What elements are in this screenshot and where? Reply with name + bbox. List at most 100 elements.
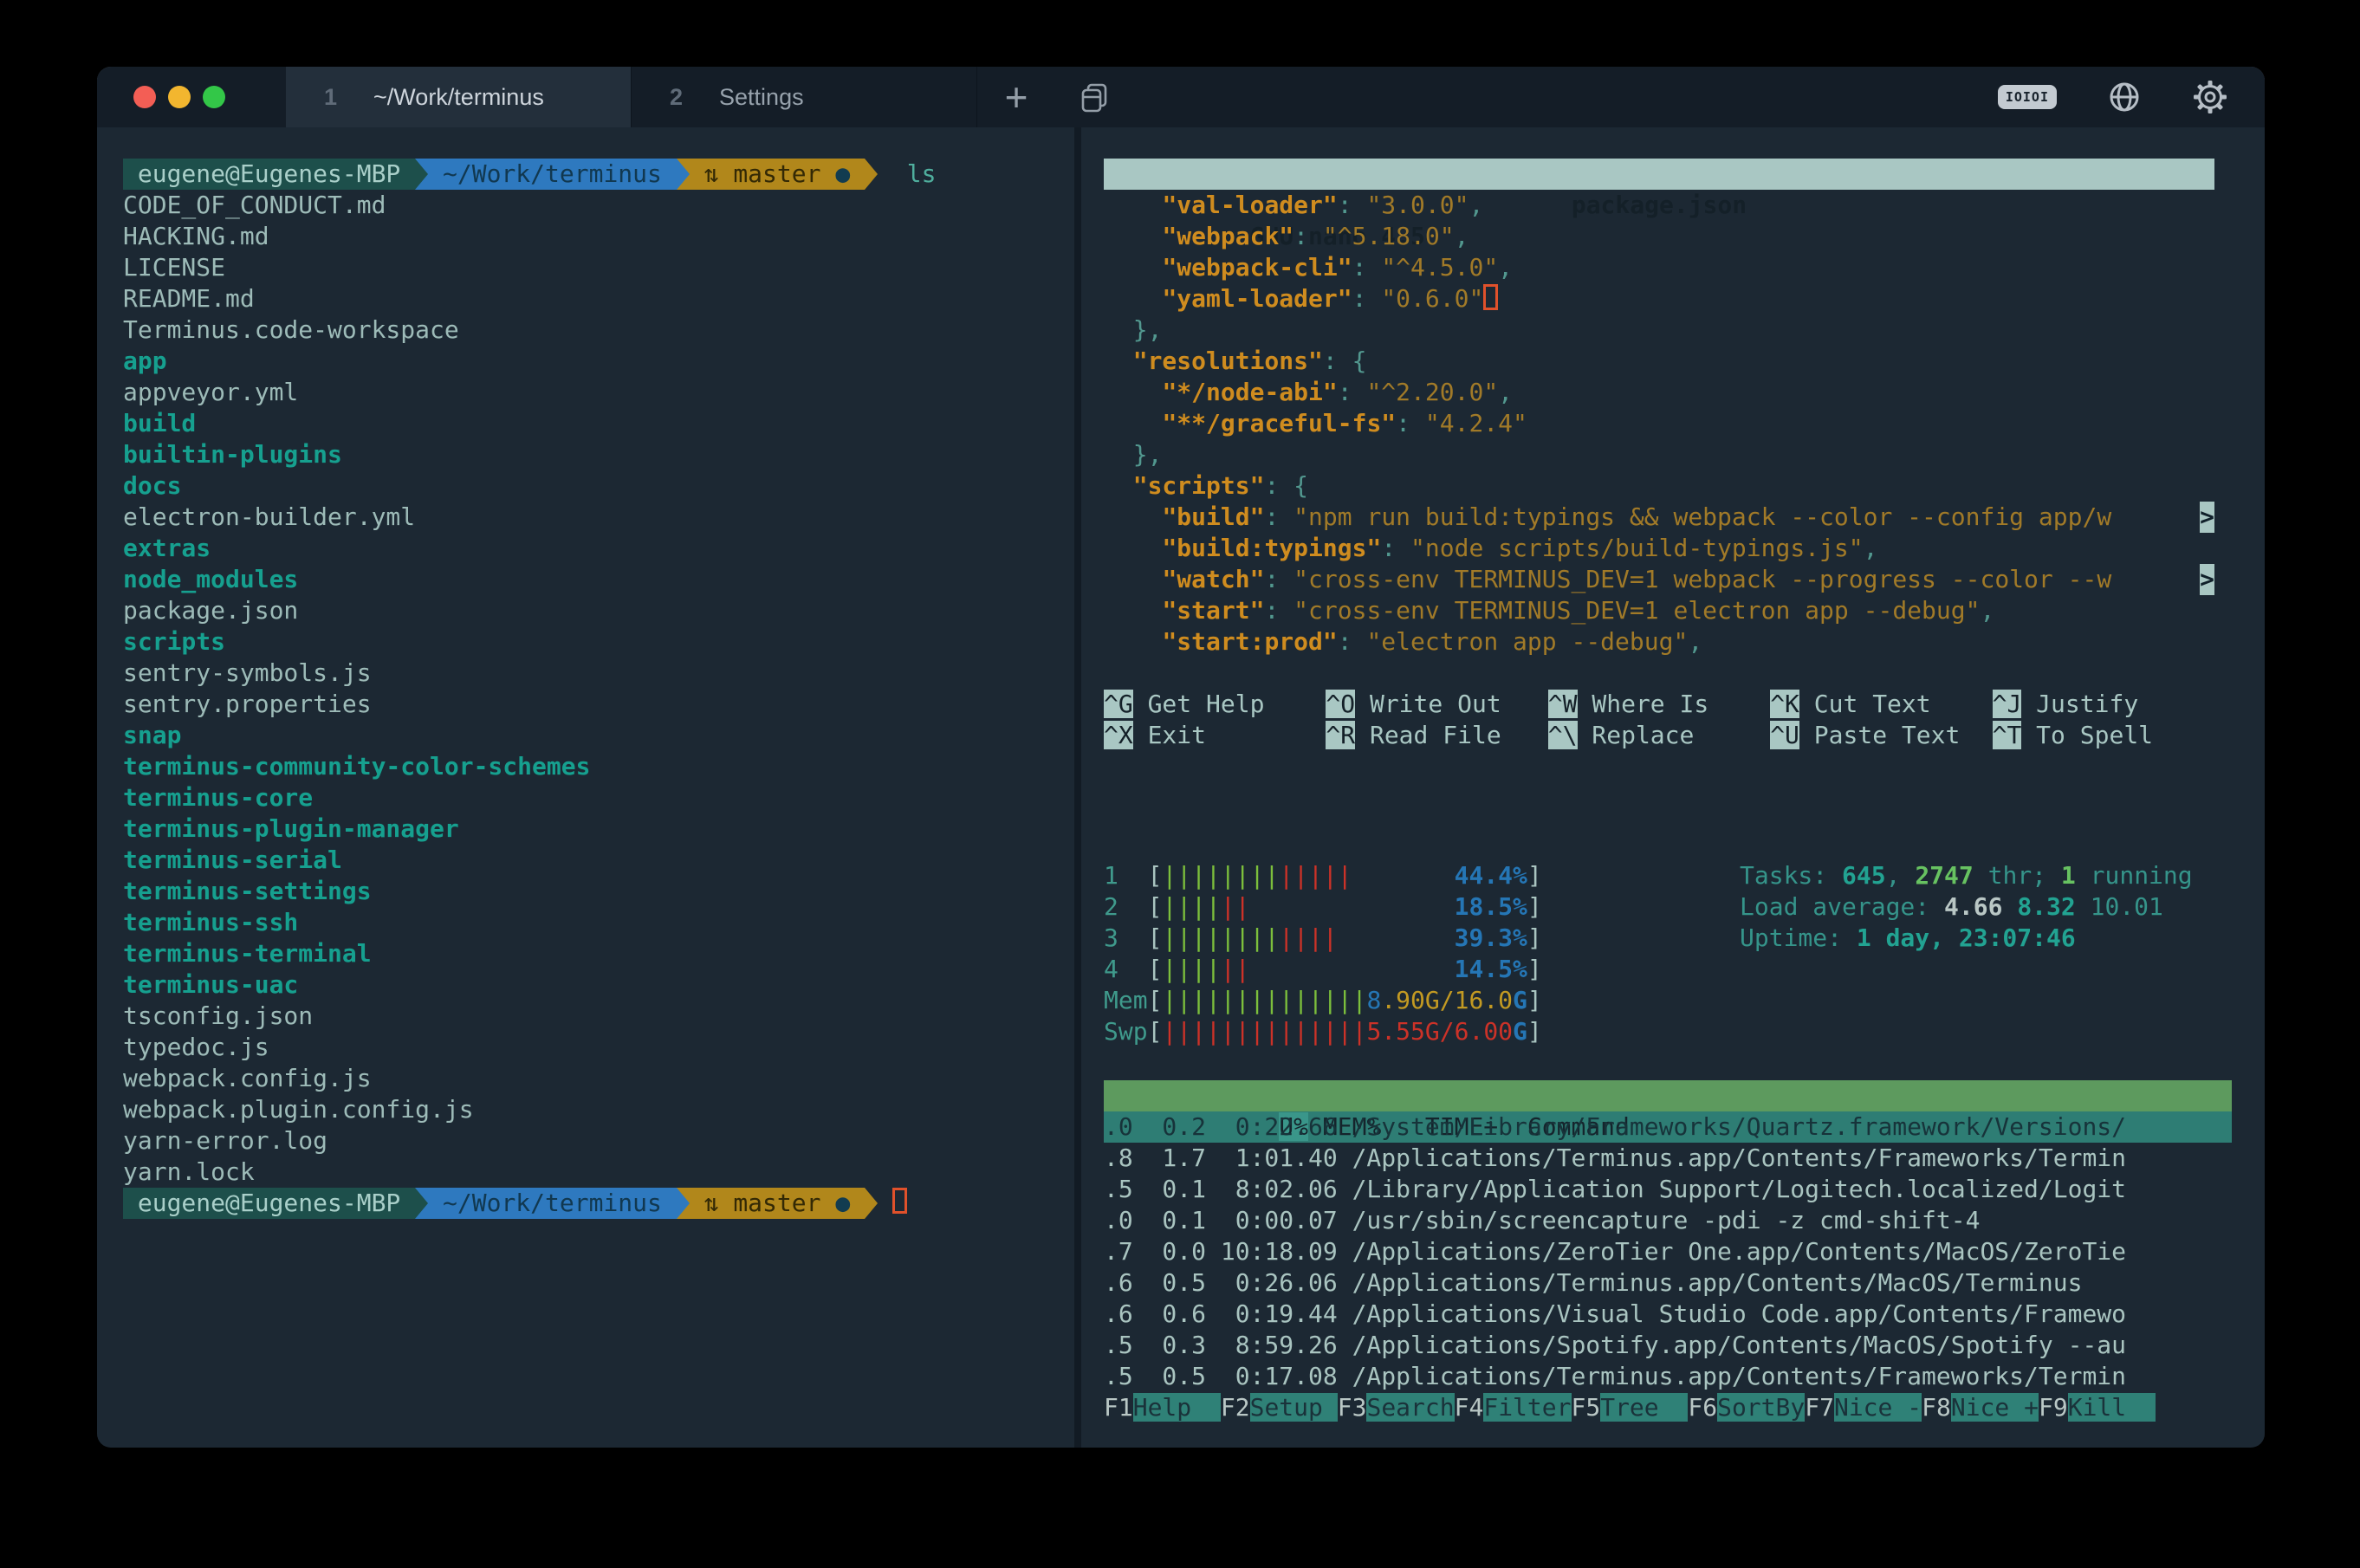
code-token: "cross-env TERMINUS_DEV=1 electron app -… bbox=[1293, 596, 1980, 625]
code-token bbox=[1104, 284, 1162, 313]
summary-token: 1 day, 23:07:46 bbox=[1857, 923, 2076, 952]
nano-shortcut: ^\ Replace bbox=[1548, 720, 1770, 751]
nano-title-bar: package.json GNU nano 4.5 bbox=[1104, 159, 2214, 190]
code-token: "build:typings" bbox=[1162, 534, 1381, 562]
code-token: "watch" bbox=[1162, 565, 1264, 593]
shell-prompt: eugene@Eugenes-MBP ~/Work/terminus ⇅ mas… bbox=[123, 1188, 1074, 1219]
split-duplicate-button[interactable] bbox=[1055, 67, 1133, 127]
list-item: terminus-serial bbox=[123, 845, 1074, 876]
list-item: app bbox=[123, 346, 1074, 377]
code-token: : { bbox=[1323, 347, 1367, 375]
process-row: .7 0.0 10:18.09 /Applications/ZeroTier O… bbox=[1104, 1236, 2232, 1267]
directory-name: terminus-core bbox=[123, 783, 313, 812]
powerline-arrow-icon bbox=[415, 159, 428, 190]
code-token bbox=[1104, 534, 1162, 562]
list-item: terminus-ssh bbox=[123, 907, 1074, 938]
nano-code-line: "resolutions": { bbox=[1104, 346, 2214, 377]
list-item: webpack.plugin.config.js bbox=[123, 1094, 1074, 1125]
meter-padding bbox=[1338, 923, 1455, 952]
nano-shortcut: ^J Justify bbox=[1993, 689, 2214, 720]
file-name: sentry.properties bbox=[123, 690, 372, 718]
file-name: yarn.lock bbox=[123, 1157, 255, 1186]
prompt-path-segment: ~/Work/terminus bbox=[428, 159, 677, 190]
function-key: F7 bbox=[1805, 1393, 1834, 1422]
directory-name: app bbox=[123, 347, 167, 375]
code-token: : bbox=[1264, 502, 1293, 531]
shortcut-key: ^X bbox=[1104, 721, 1133, 749]
htop-function-key-bar: F1Help F2Setup F3SearchF4FilterF5Tree F6… bbox=[1104, 1392, 2232, 1423]
zoom-window-button[interactable] bbox=[203, 86, 225, 108]
meter-bars: |||||||||||||| bbox=[1162, 1017, 1366, 1046]
tab-bar: 1 ~/Work/terminus 2 Settings + IOIOI bbox=[97, 67, 2265, 127]
code-token: "scripts" bbox=[1133, 471, 1265, 500]
settings-gear-icon[interactable] bbox=[2192, 79, 2228, 115]
process-row: .0 0.1 0:00.07 /usr/sbin/screencapture -… bbox=[1104, 1205, 2232, 1236]
powerline-arrow-icon bbox=[677, 1188, 690, 1219]
file-name: Terminus.code-workspace bbox=[123, 315, 459, 344]
meter-padding bbox=[1352, 861, 1455, 890]
spacer bbox=[878, 1188, 892, 1219]
duplicate-icon bbox=[1077, 80, 1112, 114]
list-item: terminus-core bbox=[123, 782, 1074, 813]
directory-name: extras bbox=[123, 534, 211, 562]
shortcut-label: Justify bbox=[2021, 690, 2138, 718]
code-token: "resolutions" bbox=[1133, 347, 1323, 375]
code-token: "yaml-loader" bbox=[1162, 284, 1352, 313]
code-token bbox=[1104, 471, 1133, 500]
nano-code-line: "build": "npm run build:typings && webpa… bbox=[1104, 502, 2214, 533]
code-token: "cross-env TERMINUS_DEV=1 webpack --prog… bbox=[1293, 565, 2111, 593]
directory-name: terminus-terminal bbox=[123, 939, 372, 968]
new-tab-button[interactable]: + bbox=[977, 67, 1055, 127]
process-row: .6 0.6 0:19.44 /Applications/Visual Stud… bbox=[1104, 1299, 2232, 1330]
minimize-window-button[interactable] bbox=[168, 86, 191, 108]
code-token: : bbox=[1264, 596, 1293, 625]
globe-icon[interactable] bbox=[2107, 80, 2142, 114]
tab-settings[interactable]: 2 Settings bbox=[632, 67, 977, 127]
code-token: : bbox=[1352, 284, 1382, 313]
list-item: terminus-plugin-manager bbox=[123, 813, 1074, 845]
prompt-git-segment: ⇅ master ● bbox=[690, 1188, 865, 1219]
shortcut-label: Read File bbox=[1355, 721, 1501, 749]
terminal-pane-left[interactable]: eugene@Eugenes-MBP ~/Work/terminus ⇅ mas… bbox=[97, 127, 1074, 1448]
summary-token: thr; bbox=[1974, 861, 2061, 890]
code-token: "*/node-abi" bbox=[1162, 378, 1337, 406]
meter-padding bbox=[1250, 892, 1455, 921]
powerline-arrow-icon bbox=[865, 159, 878, 190]
meter-bars: |||||||| bbox=[1162, 861, 1279, 890]
git-branch-name: master bbox=[733, 1189, 835, 1217]
file-listing: CODE_OF_CONDUCT.mdHACKING.mdLICENSEREADM… bbox=[123, 190, 1074, 1188]
list-item: sentry-symbols.js bbox=[123, 658, 1074, 689]
code-token: "0.6.0" bbox=[1381, 284, 1483, 313]
nano-editor: "val-loader": "3.0.0", "webpack": "^5.18… bbox=[1104, 190, 2214, 658]
nano-code-line: "yaml-loader": "0.6.0" bbox=[1104, 283, 2214, 314]
list-item: terminus-uac bbox=[123, 969, 1074, 1001]
nano-shortcut: ^X Exit bbox=[1104, 720, 1326, 751]
htop-process-table: U% MEM% TIME+ Command .0 0.2 0:22.66 /Sy… bbox=[1104, 1080, 2232, 1423]
prompt-user-segment: eugene@Eugenes-MBP bbox=[123, 159, 415, 190]
meter-bars: |||||||||||||| bbox=[1162, 986, 1366, 1014]
tab-title: ~/Work/terminus bbox=[373, 84, 544, 111]
function-key: F4 bbox=[1455, 1393, 1484, 1422]
shortcut-key: ^W bbox=[1548, 690, 1578, 718]
nano-code-line: "val-loader": "3.0.0", bbox=[1104, 190, 2214, 221]
code-token bbox=[1104, 378, 1162, 406]
serial-ports-icon[interactable]: IOIOI bbox=[1998, 85, 2057, 109]
directory-name: snap bbox=[123, 721, 181, 749]
meter-label: 4 bbox=[1104, 955, 1148, 983]
list-item: terminus-community-color-schemes bbox=[123, 751, 1074, 782]
tab-work-terminus[interactable]: 1 ~/Work/terminus bbox=[286, 67, 632, 127]
meter-bars: || bbox=[1221, 955, 1250, 983]
file-name: webpack.plugin.config.js bbox=[123, 1095, 474, 1124]
pane-divider[interactable] bbox=[1074, 127, 1081, 1448]
prompt-path-segment: ~/Work/terminus bbox=[428, 1188, 677, 1219]
code-token bbox=[1104, 253, 1162, 282]
code-token: "build" bbox=[1162, 502, 1264, 531]
list-item: README.md bbox=[123, 283, 1074, 314]
typed-command: ls bbox=[878, 159, 936, 190]
prompt-git-segment: ⇅ master ● bbox=[690, 159, 865, 190]
close-window-button[interactable] bbox=[133, 86, 156, 108]
list-item: node_modules bbox=[123, 564, 1074, 595]
code-token: : bbox=[1396, 409, 1425, 437]
terminal-pane-right[interactable]: package.json GNU nano 4.5 "val-loader": … bbox=[1081, 127, 2265, 1448]
file-name: webpack.config.js bbox=[123, 1064, 372, 1092]
